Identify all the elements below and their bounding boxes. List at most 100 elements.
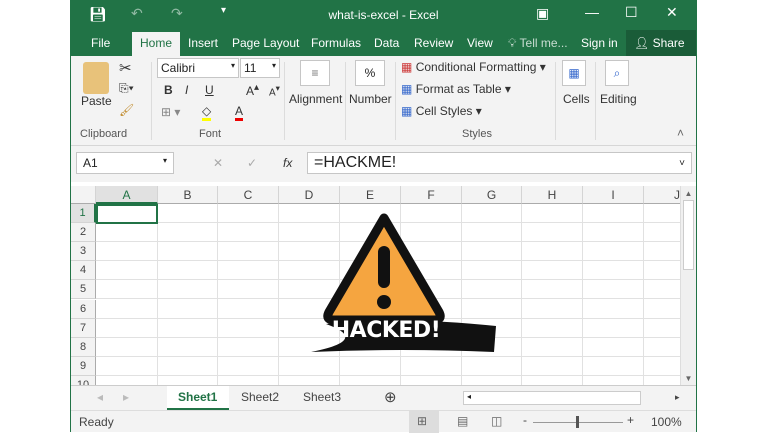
tab-insert[interactable]: Insert [188, 36, 218, 50]
cell-styles-button[interactable]: ▦ Cell Styles ▾ [401, 104, 482, 118]
next-sheet-icon[interactable]: ▸ [123, 390, 129, 404]
sheet-tab-sheet3[interactable]: Sheet3 [303, 390, 341, 404]
page-layout-view-icon[interactable]: ▤ [457, 414, 468, 428]
tab-page-layout[interactable]: Page Layout [232, 36, 299, 50]
tell-me[interactable]: 💡︎ Tell me... [508, 36, 568, 51]
font-name-select[interactable]: Calibri ▾ [157, 58, 239, 78]
tab-file[interactable]: File [91, 36, 110, 50]
cells-button[interactable]: Cells [563, 92, 590, 106]
normal-view-icon[interactable]: ⊞ [417, 414, 427, 428]
format-painter-icon[interactable]: 🖌︎ [119, 103, 134, 117]
collapse-ribbon-icon[interactable]: ˄ [677, 126, 684, 140]
insert-function-button[interactable]: fx [283, 156, 292, 170]
paste-button[interactable]: Paste [81, 94, 112, 108]
vertical-scrollbar[interactable]: ▲ ▼ [680, 186, 696, 385]
column-header-E[interactable]: E [340, 186, 401, 204]
font-size-select[interactable]: 11 ▾ [240, 58, 280, 78]
row-header-1[interactable]: 1 [71, 204, 96, 223]
italic-button[interactable]: I [185, 83, 188, 97]
minimize-icon[interactable]: — [585, 4, 599, 20]
column-header-B[interactable]: B [158, 186, 218, 204]
column-header-G[interactable]: G [462, 186, 522, 204]
ribbon-display-icon[interactable]: ▣ [536, 5, 549, 22]
cut-icon[interactable]: ✂ [119, 59, 132, 77]
borders-icon[interactable]: ⊞ ▾ [161, 105, 180, 119]
row-header-2[interactable]: 2 [71, 223, 96, 243]
conditional-formatting-icon: ▦ [401, 60, 413, 74]
column-header-A[interactable]: A [96, 186, 158, 204]
select-all-corner[interactable] [71, 186, 96, 204]
alignment-icon[interactable]: ≡ [300, 60, 330, 86]
cell-styles-icon: ▦ [401, 104, 413, 118]
underline-button[interactable]: U [205, 83, 214, 97]
row-header-3[interactable]: 3 [71, 242, 96, 262]
page-break-view-icon[interactable]: ◫ [491, 414, 502, 428]
zoom-level[interactable]: 100% [651, 415, 682, 429]
zoom-in-button[interactable]: + [627, 413, 634, 427]
selected-cell-a1[interactable] [96, 204, 158, 224]
close-icon[interactable]: ✕ [666, 4, 678, 21]
scroll-down-icon[interactable]: ▼ [681, 374, 696, 383]
prev-sheet-icon[interactable]: ◂ [97, 390, 103, 404]
copy-icon[interactable]: ⎘▾ [119, 81, 134, 96]
column-header-I[interactable]: I [583, 186, 644, 204]
sign-in-link[interactable]: Sign in [581, 36, 618, 50]
row-header-7[interactable]: 7 [71, 318, 96, 338]
sheet-tab-sheet1[interactable]: Sheet1 [178, 390, 217, 404]
column-header-F[interactable]: F [401, 186, 462, 204]
tab-data[interactable]: Data [374, 36, 399, 50]
tab-view[interactable]: View [467, 36, 493, 50]
zoom-out-button[interactable]: - [523, 413, 527, 427]
maximize-icon[interactable]: ☐ [625, 4, 638, 21]
sheet-tab-sheet2[interactable]: Sheet2 [241, 390, 279, 404]
decrease-font-icon[interactable]: A▾ [269, 83, 280, 98]
search-icon[interactable]: ⌕ [605, 60, 629, 86]
row-header-6[interactable]: 6 [71, 299, 96, 319]
row-header-5[interactable]: 5 [71, 280, 96, 300]
column-header-D[interactable]: D [279, 186, 340, 204]
divider [151, 62, 152, 140]
scroll-thumb[interactable] [683, 200, 694, 270]
zoom-slider-thumb[interactable] [576, 416, 579, 428]
row-header-9[interactable]: 9 [71, 356, 96, 376]
conditional-formatting-button[interactable]: ▦ Conditional Formatting ▾ [401, 60, 546, 74]
row-header-4[interactable]: 4 [71, 261, 96, 281]
enter-icon[interactable]: ✓ [247, 156, 257, 170]
formula-bar: A1 ▾ ✕ ✓ fx =HACKME! ˅ [71, 146, 696, 182]
name-box[interactable]: A1 ▾ [76, 152, 174, 174]
tab-home[interactable]: Home [132, 32, 181, 56]
alignment-button[interactable]: Alignment [289, 92, 342, 106]
bold-button[interactable]: B [164, 83, 173, 97]
increase-font-icon[interactable]: A▴ [246, 82, 259, 98]
editing-button[interactable]: Editing [600, 92, 637, 106]
fill-color-icon[interactable]: ◇ [202, 104, 212, 121]
tab-review[interactable]: Review [414, 36, 453, 50]
scroll-right-icon[interactable]: ▸ [675, 392, 680, 403]
number-button[interactable]: Number [349, 92, 392, 106]
column-header-H[interactable]: H [522, 186, 583, 204]
grid-line [643, 204, 644, 385]
hacked-label: HACKED! [331, 318, 441, 343]
lightbulb-icon: 💡︎ [508, 36, 517, 50]
column-header-C[interactable]: C [218, 186, 279, 204]
column-header-J[interactable]: J [644, 186, 681, 204]
divider [595, 62, 596, 140]
new-sheet-icon[interactable]: ⊕ [384, 388, 397, 406]
formula-input[interactable]: =HACKME! ˅ [307, 152, 692, 174]
row-header-8[interactable]: 8 [71, 337, 96, 357]
font-color-icon[interactable]: A [235, 104, 244, 121]
number-icon[interactable]: % [355, 60, 385, 86]
row-header-10[interactable]: 10 [71, 375, 96, 385]
scroll-left-icon[interactable]: ◂ [467, 392, 471, 401]
scroll-up-icon[interactable]: ▲ [681, 189, 696, 198]
title-bar: 💾︎ ↶ ↷ ▾ what-is-excel - Excel ▣ — ☐ ✕ [71, 0, 696, 30]
paste-icon[interactable] [83, 62, 109, 94]
tab-formulas[interactable]: Formulas [311, 36, 361, 50]
horizontal-scrollbar[interactable]: ◂ [463, 391, 641, 405]
status-bar: Ready ⊞ ▤ ◫ - + 100% [71, 410, 696, 433]
cancel-icon[interactable]: ✕ [213, 156, 223, 170]
cells-icon[interactable]: ▦ [562, 60, 586, 86]
format-as-table-button[interactable]: ▦ Format as Table ▾ [401, 82, 511, 96]
share-button[interactable]: 👤︎ Share [626, 30, 696, 56]
styles-group-label: Styles [462, 128, 492, 140]
